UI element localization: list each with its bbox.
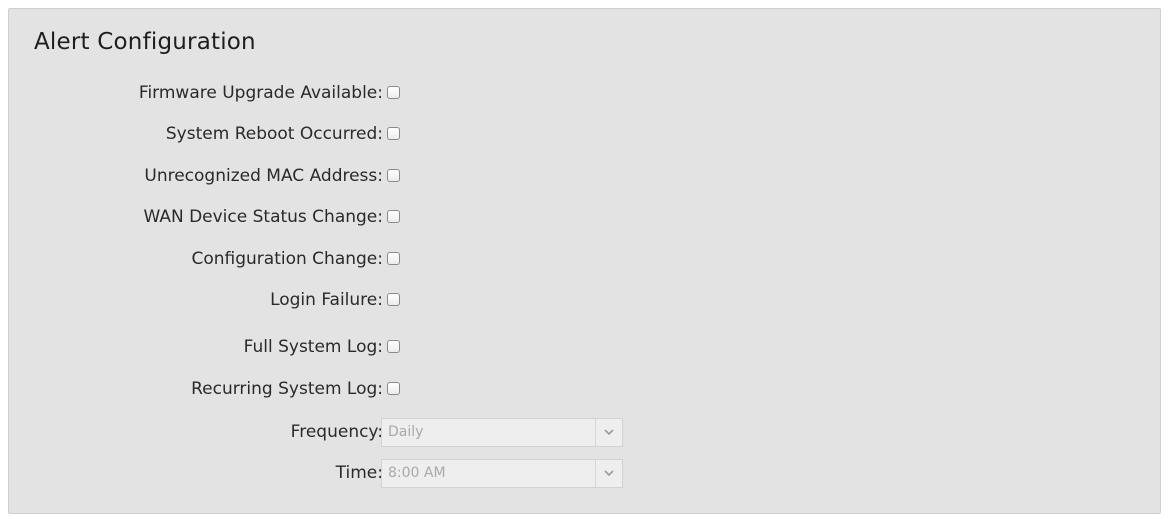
panel-title: Alert Configuration xyxy=(34,29,256,55)
alert-row-recurring-system-log: Recurring System Log: xyxy=(9,374,709,404)
alert-row-system-reboot: System Reboot Occurred: xyxy=(9,119,709,149)
alert-label: Login Failure: xyxy=(270,290,383,310)
alert-configuration-panel: Alert Configuration Firmware Upgrade Ava… xyxy=(8,8,1161,514)
wan-device-status-checkbox[interactable] xyxy=(387,210,400,223)
time-label: Time: xyxy=(335,463,383,483)
alert-row-login-failure: Login Failure: xyxy=(9,285,709,315)
alert-row-firmware-upgrade: Firmware Upgrade Available: xyxy=(9,78,709,108)
system-reboot-checkbox[interactable] xyxy=(387,127,400,140)
frequency-label: Frequency: xyxy=(290,422,383,442)
login-failure-checkbox[interactable] xyxy=(387,293,400,306)
alert-label: Recurring System Log: xyxy=(191,379,383,399)
alert-label: Full System Log: xyxy=(243,337,383,357)
frequency-select[interactable]: Daily xyxy=(381,418,623,447)
time-row: Time: 8:00 AM xyxy=(9,458,709,488)
frequency-value: Daily xyxy=(388,424,424,440)
alert-row-wan-device-status: WAN Device Status Change: xyxy=(9,202,709,232)
time-dropdown-toggle[interactable] xyxy=(595,460,622,487)
alert-label: WAN Device Status Change: xyxy=(143,207,383,227)
firmware-upgrade-checkbox[interactable] xyxy=(387,86,400,99)
configuration-change-checkbox[interactable] xyxy=(387,252,400,265)
alert-row-configuration-change: Configuration Change: xyxy=(9,244,709,274)
chevron-down-icon xyxy=(604,470,614,477)
chevron-down-icon xyxy=(604,429,614,436)
alert-row-unrecognized-mac: Unrecognized MAC Address: xyxy=(9,161,709,191)
alert-label: System Reboot Occurred: xyxy=(165,124,383,144)
time-value: 8:00 AM xyxy=(388,465,446,481)
alert-row-full-system-log: Full System Log: xyxy=(9,332,709,362)
frequency-row: Frequency: Daily xyxy=(9,417,709,447)
unrecognized-mac-checkbox[interactable] xyxy=(387,169,400,182)
alert-label: Firmware Upgrade Available: xyxy=(138,83,383,103)
frequency-dropdown-toggle[interactable] xyxy=(595,419,622,446)
alert-label: Unrecognized MAC Address: xyxy=(144,166,383,186)
time-select[interactable]: 8:00 AM xyxy=(381,459,623,488)
full-system-log-checkbox[interactable] xyxy=(387,340,400,353)
alert-label: Configuration Change: xyxy=(191,249,383,269)
recurring-system-log-checkbox[interactable] xyxy=(387,382,400,395)
